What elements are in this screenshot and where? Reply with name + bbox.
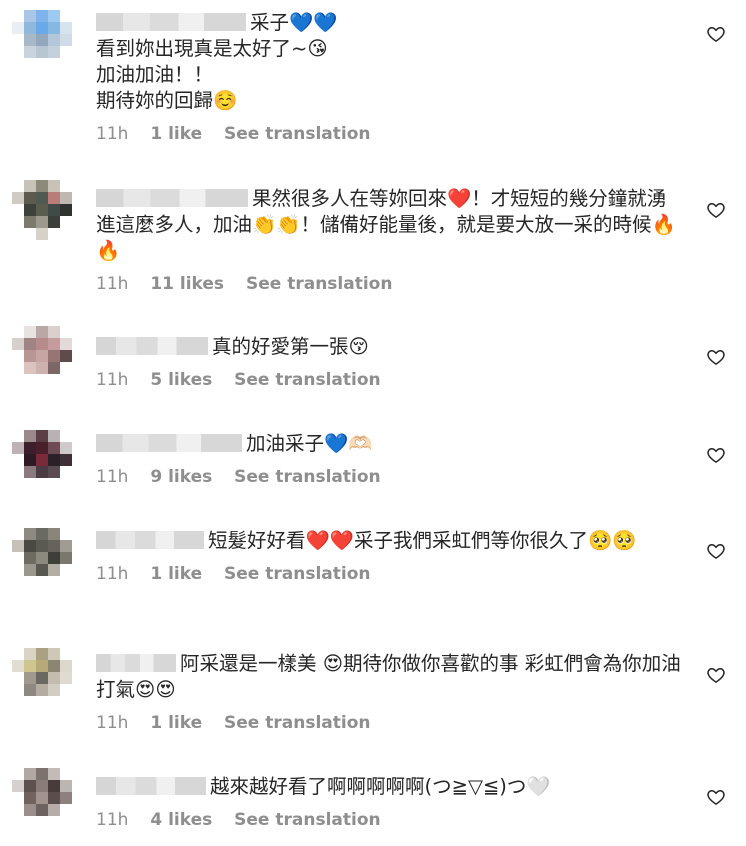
see-translation-button[interactable]: See translation [234,370,380,390]
avatar[interactable] [12,430,72,490]
comment-time[interactable]: 11h [96,713,128,733]
comment-item: 越來越好看了啊啊啊啊啊(つ≧▽≦)つ🤍 11h 4 likes See tran… [0,768,746,846]
comment-time[interactable]: 11h [96,564,128,584]
comment-meta: 11h 1 like See translation [96,564,681,584]
comment-meta: 11h 5 likes See translation [96,370,681,390]
like-button[interactable] [706,347,726,367]
likes-count[interactable]: 4 likes [150,810,212,830]
like-button[interactable] [706,665,726,685]
comment-item: 阿采還是一樣美 😍期待你做你喜歡的事 彩虹們會為你加油打氣😍😍 11h 1 li… [0,648,746,761]
like-button[interactable] [706,24,726,44]
like-button[interactable] [706,200,726,220]
heart-outline-icon [707,26,725,42]
username[interactable] [96,531,204,549]
see-translation-button[interactable]: See translation [224,564,370,584]
see-translation-button[interactable]: See translation [246,274,392,294]
likes-count[interactable]: 1 like [150,713,202,733]
avatar[interactable] [12,648,72,708]
heart-outline-icon [707,667,725,683]
comment-meta: 11h 1 like See translation [96,713,681,733]
avatar[interactable] [12,768,72,828]
comment-item: 短髮好好看❤️❤️采子我們采虹們等你很久了🥺🥺 11h 1 like See t… [0,528,746,638]
likes-count[interactable]: 1 like [150,124,202,144]
heart-outline-icon [707,349,725,365]
see-translation-button[interactable]: See translation [234,810,380,830]
username[interactable] [96,434,242,452]
comment-text: 果然很多人在等妳回來❤️！才短短的幾分鐘就湧進這麼多人，加油👏👏！儲備好能量後，… [96,187,676,262]
heart-outline-icon [707,543,725,559]
comment-text: 越來越好看了啊啊啊啊啊(つ≧▽≦)つ🤍 [96,774,681,800]
comment-meta: 11h 11 likes See translation [96,274,681,294]
likes-count[interactable]: 5 likes [150,370,212,390]
avatar[interactable] [12,180,72,240]
comment-text: 加油采子💙🫶🏻 [96,431,681,457]
heart-outline-icon [707,447,725,463]
comment-text: 短髮好好看❤️❤️采子我們采虹們等你很久了🥺🥺 [96,528,681,554]
comment-item: 果然很多人在等妳回來❤️！才短短的幾分鐘就湧進這麼多人，加油👏👏！儲備好能量後，… [0,180,746,326]
comment-time[interactable]: 11h [96,274,128,294]
likes-count[interactable]: 1 like [150,564,202,584]
comment-meta: 11h 4 likes See translation [96,810,681,830]
comment-time[interactable]: 11h [96,124,128,144]
heart-outline-icon [707,202,725,218]
comment-meta: 11h 9 likes See translation [96,467,681,487]
username[interactable] [96,13,246,31]
comment-text: 采子💙💙 看到妳出現真是太好了~😘 加油加油！！ 期待妳的回歸☺️ [96,11,338,112]
username[interactable] [96,654,176,672]
heart-outline-icon [707,789,725,805]
like-button[interactable] [706,541,726,561]
comment-meta: 11h 1 like See translation [96,124,681,144]
comment-time[interactable]: 11h [96,467,128,487]
comment-time[interactable]: 11h [96,370,128,390]
comment-time[interactable]: 11h [96,810,128,830]
username[interactable] [96,189,248,207]
like-button[interactable] [706,445,726,465]
comment-text: 阿采還是一樣美 😍期待你做你喜歡的事 彩虹們會為你加油打氣😍😍 [96,652,681,701]
comment-item: 采子💙💙 看到妳出現真是太好了~😘 加油加油！！ 期待妳的回歸☺️ 11h 1 … [0,10,746,170]
see-translation-button[interactable]: See translation [224,124,370,144]
avatar[interactable] [12,326,72,386]
see-translation-button[interactable]: See translation [224,713,370,733]
comment-text: 真的好愛第一張😚 [96,334,681,360]
likes-count[interactable]: 9 likes [150,467,212,487]
avatar[interactable] [12,10,72,70]
comment-item: 真的好愛第一張😚 11h 5 likes See translation [0,326,746,424]
comment-item: 加油采子💙🫶🏻 11h 9 likes See translation [0,430,746,521]
see-translation-button[interactable]: See translation [234,467,380,487]
like-button[interactable] [706,787,726,807]
avatar[interactable] [12,528,72,588]
likes-count[interactable]: 11 likes [150,274,224,294]
username[interactable] [96,777,206,795]
username[interactable] [96,337,208,355]
